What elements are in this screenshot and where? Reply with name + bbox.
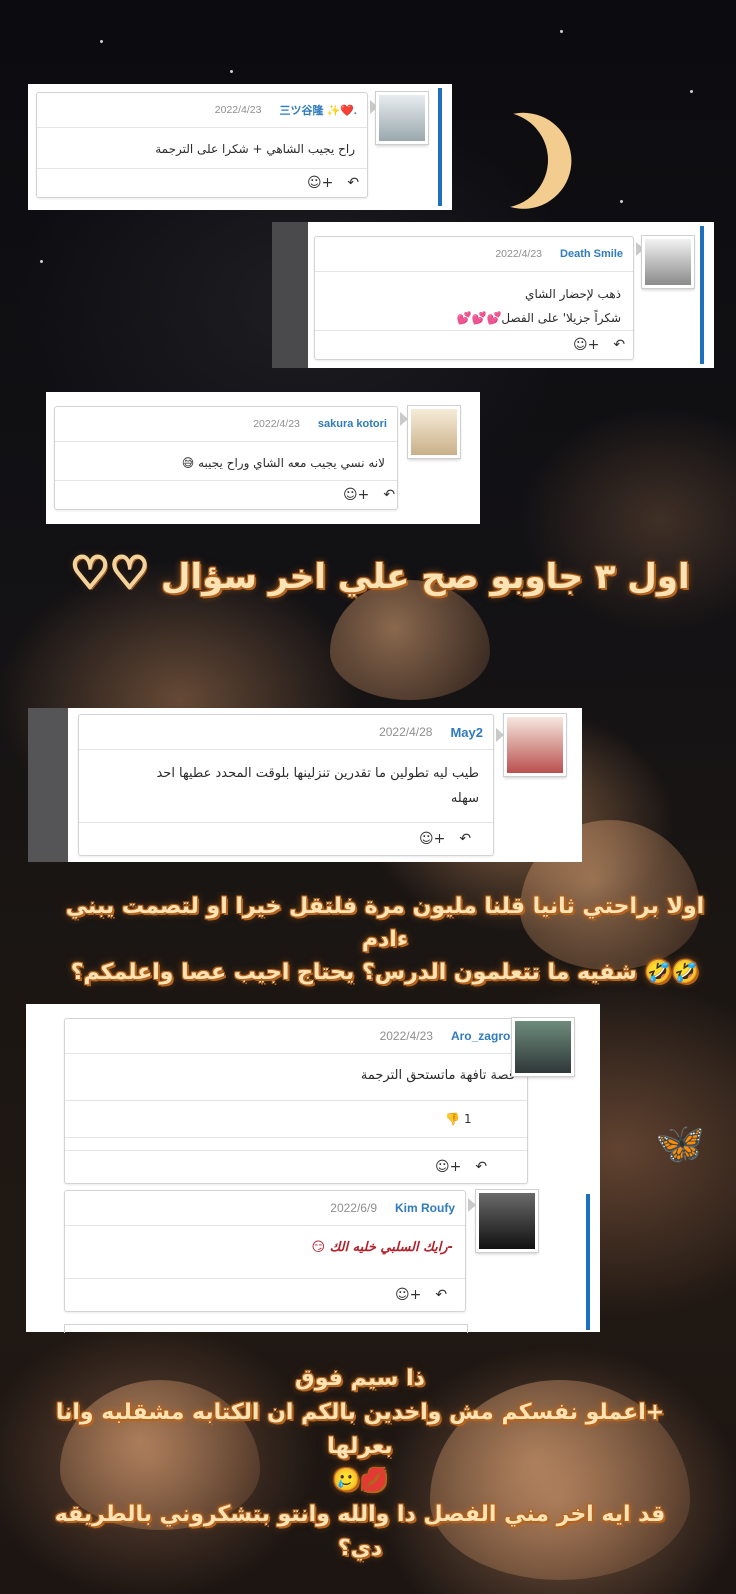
comment-date: 2022/4/23: [253, 418, 300, 430]
comment-card: 2022/4/23 Aro_zagros قصة تافهة ماتستحق ا…: [64, 1018, 528, 1184]
comment-actions: ☺+ ↶: [79, 822, 493, 855]
caption-line: 💋🥲: [332, 1468, 388, 1494]
dislike-icon[interactable]: 👎: [445, 1112, 460, 1126]
comment-screenshot-5: 2022/4/23 Aro_zagros قصة تافهة ماتستحق ا…: [26, 1004, 600, 1333]
reply-arrow-icon[interactable]: ↶: [347, 175, 359, 191]
caption-paragraph: اولا براحتي ثانيا قلنا مليون مرة فلتقل خ…: [60, 890, 710, 989]
comment-date: 2022/4/23: [379, 1029, 433, 1043]
comment-actions: ☺+ ↶: [55, 480, 397, 509]
add-emoji-icon[interactable]: ☺+: [435, 1159, 461, 1175]
star: [620, 200, 623, 203]
comment-date: 2022/4/23: [214, 104, 262, 116]
comment-card: 2022/4/23 Death Smile ذهب لإحضار الشاي ش…: [314, 236, 634, 360]
hearts-icon: ♡♡: [69, 547, 151, 601]
comment-card: 2022/4/23 三ツ谷隆 ✨❤️. راح يجيب الشاهي + شك…: [36, 92, 368, 198]
comment-actions: ☺+ ↶: [65, 1278, 465, 1311]
shaded-edge: [272, 222, 308, 368]
comment-username[interactable]: May2: [450, 725, 483, 740]
avatar[interactable]: [504, 714, 566, 776]
caption-text: اول ٣ جاوبو صح علي اخر سؤال: [161, 557, 690, 597]
comment-caret: [400, 412, 408, 426]
comment-text: لانه نسي يجيب معه الشاي وراح يجيبه 😅: [181, 456, 385, 470]
add-emoji-icon[interactable]: ☺+: [343, 487, 369, 503]
comment-date: 2022/6/9: [330, 1201, 377, 1215]
comment-text: قصة تافهة ماتستحق الترجمة: [65, 1054, 527, 1101]
comment-header: 2022/6/9 Kim Roufy: [65, 1191, 465, 1226]
avatar[interactable]: [512, 1018, 574, 1076]
comment-header: 2022/4/23 sakura kotori: [55, 407, 397, 442]
comment-text-line: شكراً جزيلا' على الفصل💕💕💕: [456, 311, 621, 325]
caption-heading: اول ٣ جاوبو صح علي اخر سؤال ♡♡: [40, 547, 720, 601]
reply-arrow-icon[interactable]: ↶: [459, 831, 471, 847]
caption-line: قد ايه اخر مني الفصل دا والله وانتو بتشك…: [54, 1502, 666, 1562]
caption-line: ذا سيم فوق: [295, 1366, 425, 1391]
reaction-row: 👎 1: [65, 1101, 527, 1138]
comment-card: 2022/4/28 May2 طيب ليه تطولين ما تقدرين …: [78, 714, 494, 856]
comment-header: 2022/4/28 May2: [79, 715, 493, 750]
thread-bar: [700, 226, 704, 364]
avatar[interactable]: [642, 236, 694, 288]
comment-date: 2022/4/28: [379, 725, 433, 739]
comment-username[interactable]: 三ツ谷隆 ✨❤️.: [279, 102, 357, 118]
add-emoji-icon[interactable]: ☺+: [573, 337, 599, 353]
comment-text: -رايك السلبي خليه الك 😏: [311, 1240, 453, 1255]
comment-text: راح يجيب الشاهي + شكرا على الترجمة: [155, 142, 355, 156]
comment-text: طيب ليه تطولين ما تقدرين تنزلينها بلوقت …: [79, 750, 493, 823]
star: [560, 30, 563, 33]
add-emoji-icon[interactable]: ☺+: [307, 175, 333, 191]
star: [690, 90, 693, 93]
shaded-edge: [28, 708, 68, 862]
comment-header: 2022/4/23 三ツ谷隆 ✨❤️.: [37, 93, 367, 128]
comment-header: 2022/4/23 Death Smile: [315, 237, 633, 272]
star: [230, 70, 233, 73]
caption-line: +اعملو نفسكم مش واخدين بالكم ان الكتابه …: [55, 1400, 665, 1460]
comment-screenshot-1: 2022/4/23 三ツ谷隆 ✨❤️. راح يجيب الشاهي + شك…: [28, 84, 452, 210]
comment-screenshot-4: 2022/4/28 May2 طيب ليه تطولين ما تقدرين …: [28, 708, 582, 862]
comment-text-line: طيب ليه تطولين ما تقدرين تنزلينها بلوقت …: [156, 766, 479, 781]
star: [100, 40, 103, 43]
caption-paragraph: ذا سيم فوق +اعملو نفسكم مش واخدين بالكم …: [50, 1362, 670, 1567]
reply-card: 2022/6/9 Kim Roufy -رايك السلبي خليه الك…: [64, 1190, 466, 1312]
reply-arrow-icon[interactable]: ↶: [435, 1287, 447, 1303]
caption-line: 🤣🤣 شفيه ما تتعلمون الدرس؟ يحتاج اجيب عصا…: [70, 960, 700, 985]
comment-actions: ☺+ ↶: [65, 1150, 527, 1183]
thread-bar: [438, 88, 442, 206]
comment-caret: [468, 1198, 476, 1212]
comment-date: 2022/4/23: [495, 248, 543, 260]
comment-text-line: ذهب لإحضار الشاي: [525, 287, 621, 301]
comment-card: 2022/4/23 sakura kotori لانه نسي يجيب مع…: [54, 406, 398, 510]
comment-header: 2022/4/23 Aro_zagros: [65, 1019, 527, 1054]
reply-arrow-icon[interactable]: ↶: [613, 337, 625, 353]
reply-arrow-icon[interactable]: ↶: [383, 487, 395, 503]
comment-screenshot-3: 2022/4/23 sakura kotori لانه نسي يجيب مع…: [46, 392, 480, 524]
dislike-count: 1: [463, 1112, 472, 1126]
moon-decoration: [440, 100, 561, 221]
reply-arrow-icon[interactable]: ↶: [475, 1159, 487, 1175]
thread-bar: [586, 1194, 590, 1330]
add-emoji-icon[interactable]: ☺+: [395, 1287, 421, 1303]
next-comment-edge: [64, 1324, 468, 1333]
comment-username[interactable]: Death Smile: [560, 248, 623, 260]
add-emoji-icon[interactable]: ☺+: [419, 831, 445, 847]
butterfly-icon: 🦋: [655, 1121, 705, 1167]
comment-caret: [496, 728, 504, 742]
avatar[interactable]: [376, 92, 428, 144]
comment-actions: ☺+ ↶: [37, 168, 367, 197]
avatar[interactable]: [408, 406, 460, 458]
star: [40, 260, 43, 263]
caption-line: اولا براحتي ثانيا قلنا مليون مرة فلتقل خ…: [65, 894, 705, 952]
comment-actions: ☺+ ↶: [315, 330, 633, 359]
comment-text-line: سهله: [450, 790, 479, 806]
comment-username[interactable]: Aro_zagros: [451, 1029, 517, 1043]
comment-screenshot-2: 2022/4/23 Death Smile ذهب لإحضار الشاي ش…: [272, 222, 714, 368]
comment-username[interactable]: Kim Roufy: [395, 1201, 455, 1215]
comment-username[interactable]: sakura kotori: [318, 418, 387, 430]
avatar[interactable]: [476, 1190, 538, 1252]
